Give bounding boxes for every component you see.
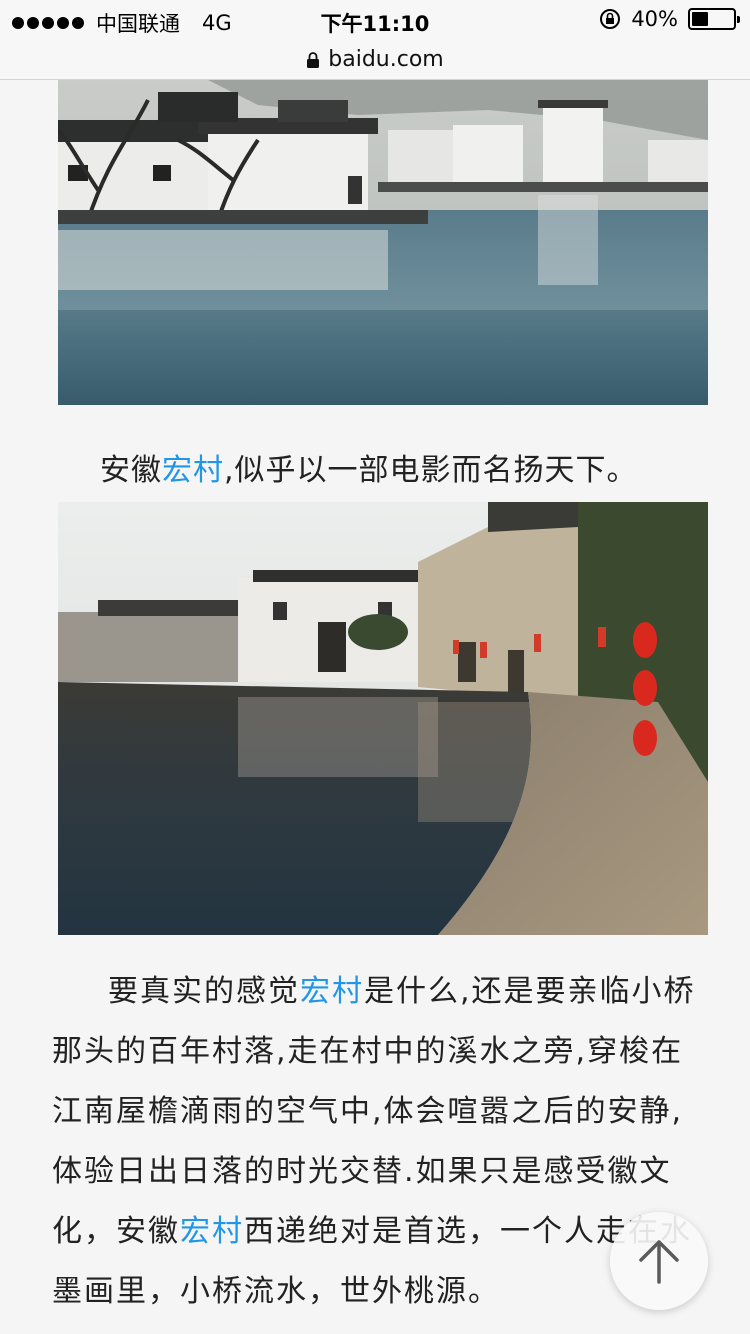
status-bar: 中国联通 4G 下午11:10 40% <box>0 0 750 40</box>
article-paragraph: 要真实的感觉宏村是什么,还是要亲临小桥 那头的百年村落,走在村中的溪水之旁,穿梭… <box>52 962 704 1322</box>
line5-text-prefix: 化，安徽 <box>52 1214 180 1249</box>
hongcun-link[interactable]: 宏村 <box>162 453 224 488</box>
photo-caption: 安徽宏村,似乎以一部电影而名扬天下。 <box>100 445 638 489</box>
paragraph-line-6: 墨画里，小桥流水，世外桃源。 <box>52 1274 500 1309</box>
article-photo-pond-lanterns <box>58 502 708 935</box>
line1-text-prefix: 要真实的感觉 <box>108 974 300 1009</box>
url-domain: baidu.com <box>328 47 444 72</box>
paragraph-line-5: 化，安徽宏村西递绝对是首选，一个人走在水 <box>52 1202 704 1262</box>
caption-text-prefix: 安徽 <box>100 453 162 488</box>
url-bar[interactable]: baidu.com <box>0 40 750 80</box>
battery-icon <box>688 8 740 30</box>
hongcun-link-2[interactable]: 宏村 <box>300 974 364 1009</box>
back-to-top-button[interactable] <box>610 1212 708 1310</box>
paragraph-line-2: 那头的百年村落,走在村中的溪水之旁,穿梭在 <box>52 1034 684 1069</box>
article-photo-lake-village <box>58 80 708 405</box>
hongcun-link-3[interactable]: 宏村 <box>180 1214 244 1249</box>
arrow-up-icon <box>639 1240 679 1284</box>
paragraph-line-3: 江南屋檐滴雨的空气中,体会喧嚣之后的安静, <box>52 1094 684 1129</box>
paragraph-line-1: 要真实的感觉宏村是什么,还是要亲临小桥 <box>52 962 704 1022</box>
paragraph-line-4: 体验日出日落的时光交替.如果只是感受徽文 <box>52 1154 672 1189</box>
rotation-lock-icon <box>600 9 621 29</box>
battery-percent: 40% <box>631 7 678 31</box>
status-right: 40% <box>599 7 740 31</box>
line1-text-suffix: 是什么,还是要亲临小桥 <box>364 974 696 1009</box>
caption-text-suffix: ,似乎以一部电影而名扬天下。 <box>224 453 638 488</box>
lock-icon <box>307 51 320 68</box>
